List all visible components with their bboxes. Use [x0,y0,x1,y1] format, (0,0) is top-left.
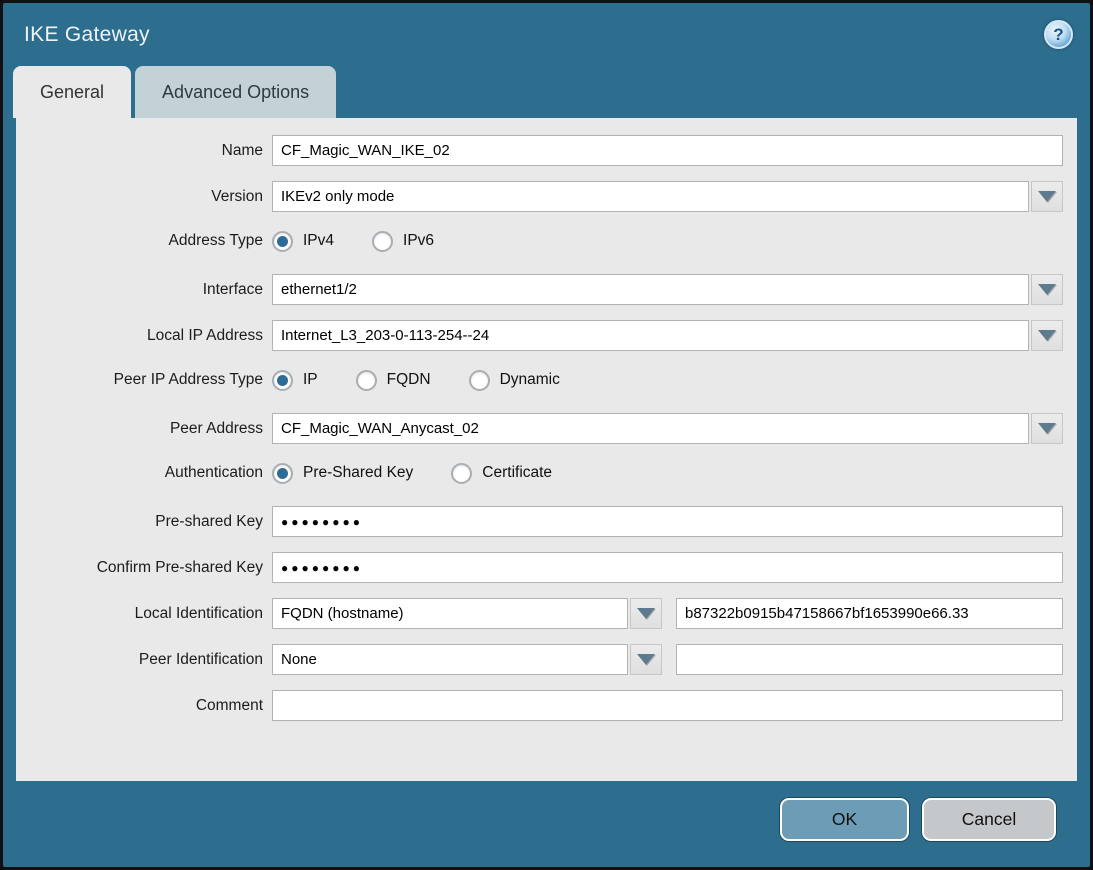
pre-shared-key-label: Pre-shared Key [16,513,272,531]
chevron-down-icon [1038,191,1056,202]
peer-identification-value-input[interactable] [676,644,1063,675]
name-row: Name [16,135,1063,166]
radio-icon [372,231,393,252]
radio-option-ipv4[interactable]: IPv4 [272,231,334,252]
help-icon[interactable]: ? [1044,20,1073,49]
local-ip-address-dropdown-trigger[interactable] [1031,320,1063,351]
tab-bar: General Advanced Options [3,66,1090,118]
radio-icon [451,463,472,484]
interface-input[interactable] [272,274,1029,305]
peer-ip-address-type-label: Peer IP Address Type [16,371,272,389]
dialog-footer: OK Cancel [3,781,1090,841]
address-type-label: Address Type [16,232,272,250]
local-identification-value-input[interactable] [676,598,1063,629]
chevron-down-icon [637,608,655,619]
radio-icon [356,370,377,391]
radio-label-ipv4: IPv4 [303,232,334,250]
version-label: Version [16,188,272,206]
local-ip-address-combobox [272,320,1063,351]
radio-label-ip: IP [303,371,318,389]
radio-option-ip[interactable]: IP [272,370,318,391]
comment-input[interactable] [272,690,1063,721]
local-identification-type-combobox [272,598,662,629]
name-input[interactable] [272,135,1063,166]
chevron-down-icon [1038,330,1056,341]
interface-combobox [272,274,1063,305]
authentication-label: Authentication [16,464,272,482]
radio-icon [469,370,490,391]
peer-identification-type-input[interactable] [272,644,628,675]
radio-label-certificate: Certificate [482,464,552,482]
peer-ip-address-type-row: Peer IP Address Type IP FQDN Dynamic [16,366,1063,394]
version-row: Version [16,181,1063,212]
peer-identification-type-combobox [272,644,662,675]
pre-shared-key-row: Pre-shared Key [16,506,1063,537]
peer-ip-address-type-radiogroup: IP FQDN Dynamic [272,370,560,391]
authentication-row: Authentication Pre-Shared Key Certificat… [16,459,1063,487]
interface-row: Interface [16,274,1063,305]
version-dropdown-trigger[interactable] [1031,181,1063,212]
cancel-button[interactable]: Cancel [922,798,1056,841]
local-ip-address-row: Local IP Address [16,320,1063,351]
name-label: Name [16,142,272,160]
radio-icon [272,463,293,484]
local-identification-dropdown-trigger[interactable] [630,598,662,629]
radio-icon [272,231,293,252]
radio-option-certificate[interactable]: Certificate [451,463,552,484]
peer-address-input[interactable] [272,413,1029,444]
tab-general[interactable]: General [13,66,131,118]
peer-address-label: Peer Address [16,420,272,438]
peer-address-row: Peer Address [16,413,1063,444]
comment-row: Comment [16,690,1063,721]
local-identification-type-input[interactable] [272,598,628,629]
peer-identification-row: Peer Identification [16,644,1063,675]
local-identification-label: Local Identification [16,605,272,623]
confirm-pre-shared-key-row: Confirm Pre-shared Key [16,552,1063,583]
version-input[interactable] [272,181,1029,212]
local-ip-address-input[interactable] [272,320,1029,351]
address-type-radiogroup: IPv4 IPv6 [272,231,434,252]
radio-label-ipv6: IPv6 [403,232,434,250]
radio-option-ipv6[interactable]: IPv6 [372,231,434,252]
chevron-down-icon [1038,423,1056,434]
confirm-pre-shared-key-input[interactable] [272,552,1063,583]
ike-gateway-dialog: IKE Gateway ? General Advanced Options N… [0,0,1093,870]
peer-identification-dropdown-trigger[interactable] [630,644,662,675]
confirm-pre-shared-key-label: Confirm Pre-shared Key [16,559,272,577]
local-ip-address-label: Local IP Address [16,327,272,345]
general-tab-panel: Name Version Address Type IPv4 [16,118,1077,781]
dialog-title: IKE Gateway [24,23,150,47]
interface-dropdown-trigger[interactable] [1031,274,1063,305]
dialog-titlebar: IKE Gateway ? [3,3,1090,66]
version-combobox [272,181,1063,212]
interface-label: Interface [16,281,272,299]
chevron-down-icon [637,654,655,665]
peer-address-combobox [272,413,1063,444]
radio-label-dynamic: Dynamic [500,371,560,389]
local-identification-row: Local Identification [16,598,1063,629]
radio-option-dynamic[interactable]: Dynamic [469,370,560,391]
peer-identification-label: Peer Identification [16,651,272,669]
peer-address-dropdown-trigger[interactable] [1031,413,1063,444]
ok-button[interactable]: OK [780,798,909,841]
radio-option-pre-shared-key[interactable]: Pre-Shared Key [272,463,413,484]
radio-icon [272,370,293,391]
authentication-radiogroup: Pre-Shared Key Certificate [272,463,552,484]
tab-advanced-options[interactable]: Advanced Options [135,66,336,118]
radio-option-fqdn[interactable]: FQDN [356,370,431,391]
radio-label-pre-shared-key: Pre-Shared Key [303,464,413,482]
comment-label: Comment [16,697,272,715]
chevron-down-icon [1038,284,1056,295]
address-type-row: Address Type IPv4 IPv6 [16,227,1063,255]
pre-shared-key-input[interactable] [272,506,1063,537]
radio-label-fqdn: FQDN [387,371,431,389]
